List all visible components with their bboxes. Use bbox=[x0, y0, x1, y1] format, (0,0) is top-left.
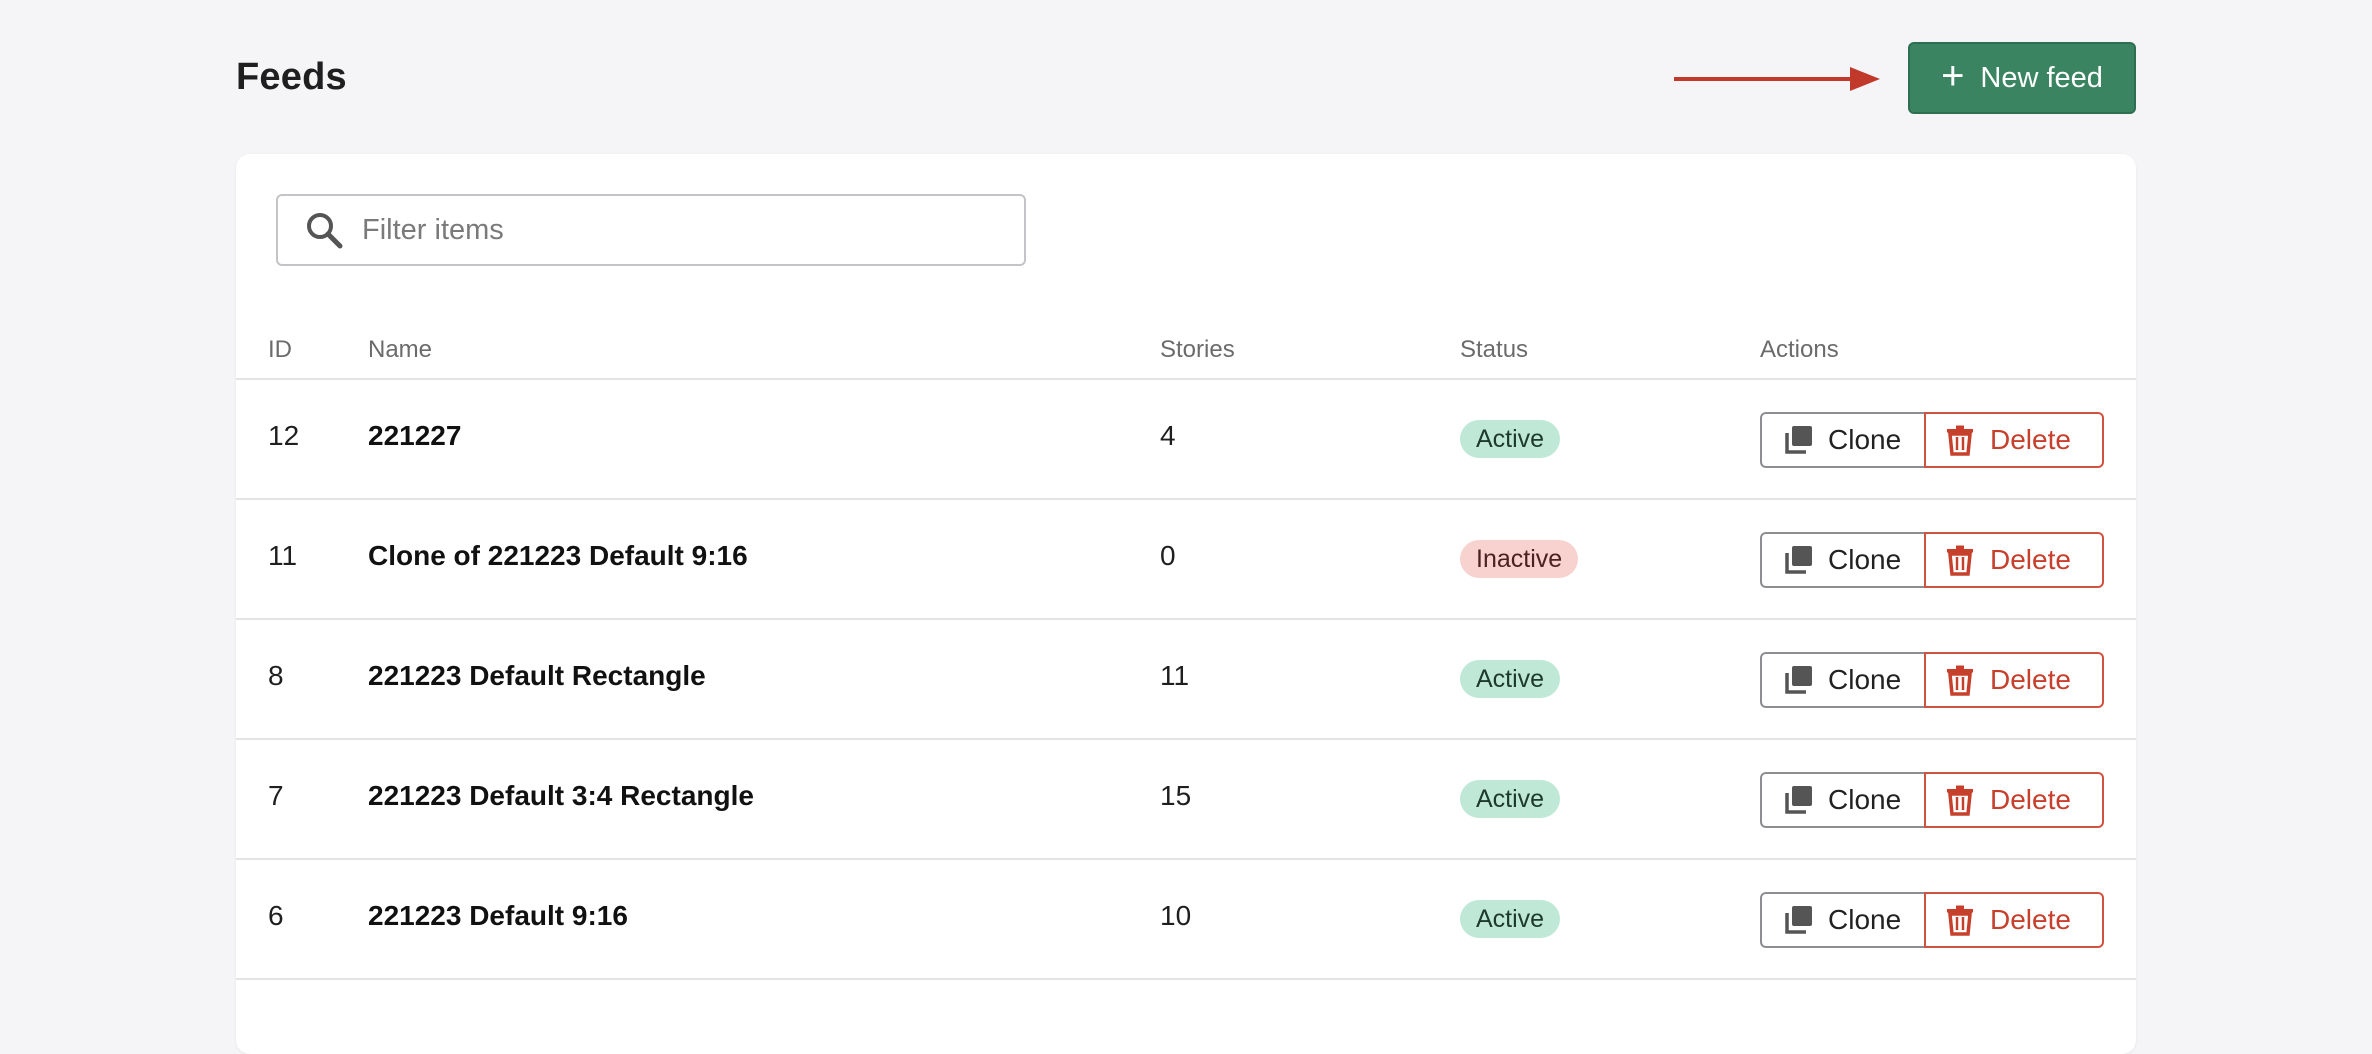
clone-button[interactable]: Clone bbox=[1760, 532, 1926, 588]
row-stories: 0 bbox=[1160, 540, 1176, 571]
status-badge: Inactive bbox=[1460, 540, 1579, 578]
status-badge: Active bbox=[1460, 420, 1561, 458]
new-feed-button[interactable]: + New feed bbox=[1908, 42, 2136, 114]
clone-button[interactable]: Clone bbox=[1760, 892, 1926, 948]
clone-label: Clone bbox=[1828, 904, 1902, 935]
clone-icon bbox=[1785, 786, 1812, 814]
row-id: 6 bbox=[268, 900, 284, 931]
row-stories: 15 bbox=[1160, 780, 1192, 811]
row-actions: Clone Delete bbox=[1760, 532, 2104, 588]
status-badge: Active bbox=[1460, 660, 1561, 698]
table-row: 12 221227 4 Active Clone Delete bbox=[236, 380, 2136, 500]
column-header-stories: Stories bbox=[1160, 336, 1235, 363]
page-title: Feeds bbox=[236, 56, 347, 98]
row-actions: Clone Delete bbox=[1760, 412, 2104, 468]
row-stories: 10 bbox=[1160, 900, 1192, 931]
delete-label: Delete bbox=[1990, 784, 2071, 815]
clone-button[interactable]: Clone bbox=[1760, 652, 1926, 708]
trash-icon bbox=[1947, 545, 1973, 576]
row-id: 11 bbox=[268, 540, 298, 571]
column-header-id: ID bbox=[268, 336, 292, 363]
clone-icon bbox=[1785, 666, 1812, 694]
delete-label: Delete bbox=[1990, 664, 2071, 695]
delete-label: Delete bbox=[1990, 904, 2071, 935]
search-icon bbox=[307, 213, 343, 249]
row-stories: 11 bbox=[1160, 660, 1190, 691]
clone-button[interactable]: Clone bbox=[1760, 412, 1926, 468]
trash-icon bbox=[1947, 665, 1973, 696]
clone-button[interactable]: Clone bbox=[1760, 772, 1926, 828]
plus-icon: + bbox=[1941, 54, 1965, 98]
status-badge: Active bbox=[1460, 780, 1561, 818]
table-header: ID Name Stories Status Actions bbox=[236, 322, 2136, 380]
column-header-name: Name bbox=[368, 336, 433, 363]
delete-button[interactable]: Delete bbox=[1924, 772, 2104, 828]
clone-label: Clone bbox=[1828, 784, 1902, 815]
row-name[interactable]: 221223 Default 9:16 bbox=[368, 900, 628, 932]
row-name[interactable]: 221227 bbox=[368, 420, 461, 452]
row-name[interactable]: Clone of 221223 Default 9:16 bbox=[368, 540, 748, 572]
table-row: 11 Clone of 221223 Default 9:16 0 Inacti… bbox=[236, 500, 2136, 620]
clone-label: Clone bbox=[1828, 424, 1902, 455]
delete-button[interactable]: Delete bbox=[1924, 412, 2104, 468]
clone-label: Clone bbox=[1828, 664, 1902, 695]
search-box[interactable] bbox=[276, 194, 1026, 266]
row-name[interactable]: 221223 Default 3:4 Rectangle bbox=[368, 780, 754, 812]
column-header-actions: Actions bbox=[1760, 336, 1839, 363]
delete-button[interactable]: Delete bbox=[1924, 532, 2104, 588]
clone-icon bbox=[1785, 906, 1812, 934]
trash-icon bbox=[1947, 425, 1973, 456]
row-actions: Clone Delete bbox=[1760, 652, 2104, 708]
row-name[interactable]: 221223 Default Rectangle bbox=[368, 660, 706, 692]
clone-icon bbox=[1785, 546, 1812, 574]
row-id: 12 bbox=[268, 420, 300, 451]
trash-icon bbox=[1947, 785, 1973, 816]
page-header: Feeds + New feed bbox=[236, 42, 2136, 114]
clone-label: Clone bbox=[1828, 544, 1902, 575]
feeds-card: ID Name Stories Status Actions 12 221227… bbox=[236, 154, 2136, 1054]
row-id: 8 bbox=[268, 660, 284, 691]
row-stories: 4 bbox=[1160, 420, 1176, 451]
trash-icon bbox=[1947, 905, 1973, 936]
delete-button[interactable]: Delete bbox=[1924, 652, 2104, 708]
row-id: 7 bbox=[268, 780, 284, 811]
table-row: 7 221223 Default 3:4 Rectangle 15 Active… bbox=[236, 740, 2136, 860]
status-badge: Active bbox=[1460, 900, 1561, 938]
delete-button[interactable]: Delete bbox=[1924, 892, 2104, 948]
new-feed-label: New feed bbox=[1980, 61, 2103, 94]
filter-input[interactable] bbox=[360, 212, 1004, 248]
arrow-annotation-icon bbox=[1674, 67, 1880, 91]
delete-label: Delete bbox=[1990, 544, 2071, 575]
delete-label: Delete bbox=[1990, 424, 2071, 455]
row-actions: Clone Delete bbox=[1760, 772, 2104, 828]
table-row: 6 221223 Default 9:16 10 Active Clone De… bbox=[236, 860, 2136, 980]
row-actions: Clone Delete bbox=[1760, 892, 2104, 948]
clone-icon bbox=[1785, 426, 1812, 454]
table-row: 8 221223 Default Rectangle 11 Active Clo… bbox=[236, 620, 2136, 740]
column-header-status: Status bbox=[1460, 336, 1529, 363]
